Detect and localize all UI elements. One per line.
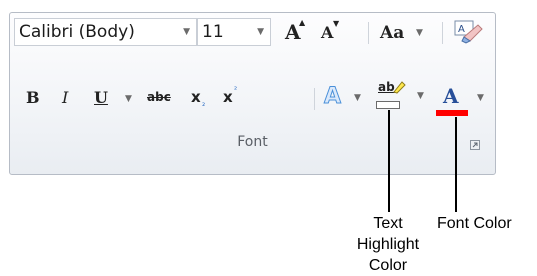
text-highlight-color-button[interactable]: ab ▼ — [372, 80, 424, 112]
callout-line-3: Color — [368, 257, 408, 274]
font-color-dropdown-icon[interactable]: ▼ — [477, 93, 484, 103]
underline-dropdown-icon[interactable]: ▼ — [125, 94, 132, 104]
change-case-icon: Aa — [380, 23, 405, 43]
subscript-button[interactable]: x ₂ — [190, 85, 214, 111]
superscript-button[interactable]: x ² — [222, 85, 246, 111]
text-highlight-color-callout: Text Highlight Color — [338, 213, 438, 276]
change-case-button[interactable]: Aa ▼ — [378, 18, 428, 46]
italic-button[interactable]: I — [58, 85, 78, 111]
bold-button[interactable]: B — [24, 85, 44, 111]
separator — [442, 22, 443, 44]
font-color-callout-line — [455, 117, 457, 212]
font-size-dropdown-icon[interactable]: ▼ — [257, 19, 264, 45]
group-label-font: Font — [237, 134, 268, 150]
clear-formatting-button[interactable]: A — [452, 17, 484, 47]
subscript-marker-icon: ₂ — [202, 99, 206, 108]
highlight-callout-line — [388, 110, 390, 212]
font-size-combo[interactable]: 11 ▼ — [197, 18, 271, 46]
up-arrow-icon: ▲ — [299, 18, 306, 27]
down-arrow-icon: ▼ — [333, 19, 340, 28]
strikethrough-button[interactable]: abc — [146, 85, 178, 111]
dialog-launcher-icon[interactable] — [470, 140, 480, 150]
font-name-value: Calibri (Body) — [19, 22, 135, 42]
shrink-font-button[interactable]: A ▼ — [318, 18, 344, 46]
highlight-color-swatch — [376, 101, 400, 109]
highlighter-pen-icon — [393, 81, 406, 94]
strikethrough-icon: abc — [147, 90, 171, 104]
subscript-icon: x — [191, 88, 201, 106]
grow-font-button[interactable]: A ▲ — [282, 18, 308, 46]
callout-line-1: Text — [373, 215, 403, 232]
font-color-callout: Font Color — [437, 215, 512, 232]
clear-formatting-icon: A — [454, 20, 483, 44]
change-case-dropdown-icon[interactable]: ▼ — [416, 28, 423, 38]
underline-button[interactable]: U ▼ — [92, 85, 138, 111]
separator — [314, 88, 315, 110]
callout-line-2: Highlight — [356, 236, 420, 253]
font-name-combo[interactable]: Calibri (Body) ▼ — [14, 18, 197, 46]
font-color-button[interactable]: A ▼ — [432, 84, 488, 116]
text-effects-button[interactable]: A ▼ — [322, 84, 364, 112]
superscript-marker-icon: ² — [234, 85, 238, 94]
font-color-swatch — [436, 110, 468, 116]
font-size-value: 11 — [202, 22, 224, 42]
shrink-font-icon: A — [321, 23, 334, 42]
bold-icon: B — [26, 88, 40, 107]
font-name-dropdown-icon[interactable]: ▼ — [183, 19, 190, 45]
text-effects-dropdown-icon[interactable]: ▼ — [354, 93, 361, 103]
italic-icon: I — [62, 88, 69, 107]
underline-icon: U — [94, 88, 108, 107]
highlight-dropdown-icon[interactable]: ▼ — [417, 91, 424, 101]
svg-text:A: A — [458, 24, 465, 35]
text-effects-icon: A — [323, 84, 342, 110]
superscript-icon: x — [223, 88, 233, 106]
separator — [368, 22, 369, 44]
font-color-icon: A — [443, 84, 459, 108]
